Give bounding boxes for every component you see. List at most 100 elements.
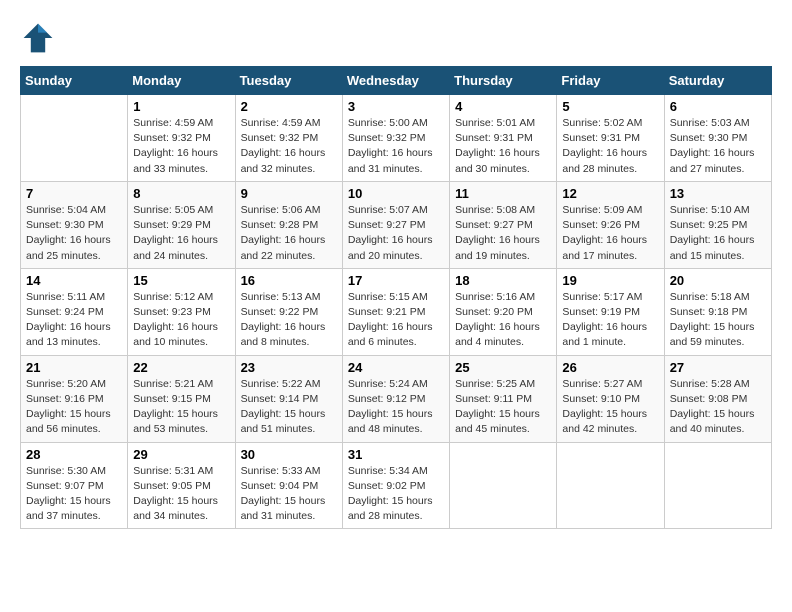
day-cell: 27Sunrise: 5:28 AMSunset: 9:08 PMDayligh…	[664, 355, 771, 442]
day-cell	[557, 442, 664, 529]
day-info: Sunrise: 5:33 AMSunset: 9:04 PMDaylight:…	[241, 464, 337, 525]
day-cell: 24 Sunrise: 5:24 AMSunset: 9:12 PMDayligh…	[342, 355, 449, 442]
day-cell: 21Sunrise: 5:20 AMSunset: 9:16 PMDayligh…	[21, 355, 128, 442]
day-info: Sunrise: 5:08 AMSunset: 9:27 PMDaylight:…	[455, 203, 551, 264]
day-number: 24	[348, 360, 444, 375]
day-info: Sunrise: 5:17 AMSunset: 9:19 PMDaylight:…	[562, 290, 658, 351]
day-info: Sunrise: 5:18 AMSunset: 9:18 PMDaylight:…	[670, 290, 766, 351]
day-cell: 28 Sunrise: 5:30 AMSunset: 9:07 PMDayligh…	[21, 442, 128, 529]
day-cell: 9Sunrise: 5:06 AMSunset: 9:28 PMDaylight…	[235, 181, 342, 268]
day-number: 4	[455, 99, 551, 114]
day-info: Sunrise: 5:22 AMSunset: 9:14 PMDaylight:…	[241, 377, 337, 438]
calendar-body: 1 Sunrise: 4:59 AMSunset: 9:32 PMDaylight…	[21, 95, 772, 529]
day-cell: 13 Sunrise: 5:10 AMSunset: 9:25 PMDayligh…	[664, 181, 771, 268]
day-number: 20	[670, 273, 766, 288]
day-number: 16	[241, 273, 337, 288]
day-cell	[21, 95, 128, 182]
calendar-table: SundayMondayTuesdayWednesdayThursdayFrid…	[20, 66, 772, 529]
day-cell: 5Sunrise: 5:02 AMSunset: 9:31 PMDaylight…	[557, 95, 664, 182]
day-number: 31	[348, 447, 444, 462]
day-info: Sunrise: 5:31 AMSunset: 9:05 PMDaylight:…	[133, 464, 229, 525]
day-cell: 3 Sunrise: 5:00 AMSunset: 9:32 PMDaylight…	[342, 95, 449, 182]
day-info: Sunrise: 5:34 AMSunset: 9:02 PMDaylight:…	[348, 464, 444, 525]
day-number: 28	[26, 447, 122, 462]
header-day-thursday: Thursday	[450, 67, 557, 95]
week-row-1: 1 Sunrise: 4:59 AMSunset: 9:32 PMDaylight…	[21, 95, 772, 182]
day-info: Sunrise: 5:11 AMSunset: 9:24 PMDaylight:…	[26, 290, 122, 351]
logo-icon	[20, 20, 56, 56]
header-row: SundayMondayTuesdayWednesdayThursdayFrid…	[21, 67, 772, 95]
day-cell: 22Sunrise: 5:21 AMSunset: 9:15 PMDayligh…	[128, 355, 235, 442]
day-info: Sunrise: 4:59 AMSunset: 9:32 PMDaylight:…	[241, 116, 337, 177]
day-cell: 7Sunrise: 5:04 AMSunset: 9:30 PMDaylight…	[21, 181, 128, 268]
day-number: 11	[455, 186, 551, 201]
page-header	[20, 20, 772, 56]
day-number: 21	[26, 360, 122, 375]
header-day-tuesday: Tuesday	[235, 67, 342, 95]
day-info: Sunrise: 5:13 AMSunset: 9:22 PMDaylight:…	[241, 290, 337, 351]
day-number: 2	[241, 99, 337, 114]
day-cell: 10 Sunrise: 5:07 AMSunset: 9:27 PMDayligh…	[342, 181, 449, 268]
day-cell: 25 Sunrise: 5:25 AMSunset: 9:11 PMDayligh…	[450, 355, 557, 442]
day-cell: 2 Sunrise: 4:59 AMSunset: 9:32 PMDaylight…	[235, 95, 342, 182]
day-number: 19	[562, 273, 658, 288]
day-number: 22	[133, 360, 229, 375]
day-info: Sunrise: 5:10 AMSunset: 9:25 PMDaylight:…	[670, 203, 766, 264]
day-number: 14	[26, 273, 122, 288]
day-cell: 11 Sunrise: 5:08 AMSunset: 9:27 PMDayligh…	[450, 181, 557, 268]
day-cell: 31 Sunrise: 5:34 AMSunset: 9:02 PMDayligh…	[342, 442, 449, 529]
day-cell: 23 Sunrise: 5:22 AMSunset: 9:14 PMDayligh…	[235, 355, 342, 442]
day-info: Sunrise: 5:24 AMSunset: 9:12 PMDaylight:…	[348, 377, 444, 438]
day-cell	[664, 442, 771, 529]
day-cell: 18Sunrise: 5:16 AMSunset: 9:20 PMDayligh…	[450, 268, 557, 355]
day-number: 18	[455, 273, 551, 288]
calendar-header: SundayMondayTuesdayWednesdayThursdayFrid…	[21, 67, 772, 95]
day-info: Sunrise: 5:01 AMSunset: 9:31 PMDaylight:…	[455, 116, 551, 177]
day-info: Sunrise: 5:28 AMSunset: 9:08 PMDaylight:…	[670, 377, 766, 438]
day-number: 30	[241, 447, 337, 462]
day-cell: 30 Sunrise: 5:33 AMSunset: 9:04 PMDayligh…	[235, 442, 342, 529]
day-cell: 19 Sunrise: 5:17 AMSunset: 9:19 PMDayligh…	[557, 268, 664, 355]
day-info: Sunrise: 5:04 AMSunset: 9:30 PMDaylight:…	[26, 203, 122, 264]
day-info: Sunrise: 5:25 AMSunset: 9:11 PMDaylight:…	[455, 377, 551, 438]
day-info: Sunrise: 5:06 AMSunset: 9:28 PMDaylight:…	[241, 203, 337, 264]
day-cell: 26 Sunrise: 5:27 AMSunset: 9:10 PMDayligh…	[557, 355, 664, 442]
day-number: 25	[455, 360, 551, 375]
day-cell: 14 Sunrise: 5:11 AMSunset: 9:24 PMDayligh…	[21, 268, 128, 355]
header-day-saturday: Saturday	[664, 67, 771, 95]
header-day-sunday: Sunday	[21, 67, 128, 95]
day-info: Sunrise: 5:12 AMSunset: 9:23 PMDaylight:…	[133, 290, 229, 351]
day-info: Sunrise: 4:59 AMSunset: 9:32 PMDaylight:…	[133, 116, 229, 177]
day-cell: 8Sunrise: 5:05 AMSunset: 9:29 PMDaylight…	[128, 181, 235, 268]
day-cell: 6Sunrise: 5:03 AMSunset: 9:30 PMDaylight…	[664, 95, 771, 182]
week-row-5: 28 Sunrise: 5:30 AMSunset: 9:07 PMDayligh…	[21, 442, 772, 529]
day-info: Sunrise: 5:07 AMSunset: 9:27 PMDaylight:…	[348, 203, 444, 264]
day-number: 17	[348, 273, 444, 288]
day-number: 26	[562, 360, 658, 375]
day-info: Sunrise: 5:27 AMSunset: 9:10 PMDaylight:…	[562, 377, 658, 438]
day-cell: 4 Sunrise: 5:01 AMSunset: 9:31 PMDaylight…	[450, 95, 557, 182]
day-cell: 29 Sunrise: 5:31 AMSunset: 9:05 PMDayligh…	[128, 442, 235, 529]
day-cell: 17 Sunrise: 5:15 AMSunset: 9:21 PMDayligh…	[342, 268, 449, 355]
day-number: 8	[133, 186, 229, 201]
day-number: 15	[133, 273, 229, 288]
day-number: 13	[670, 186, 766, 201]
day-number: 23	[241, 360, 337, 375]
day-number: 3	[348, 99, 444, 114]
day-number: 29	[133, 447, 229, 462]
day-info: Sunrise: 5:03 AMSunset: 9:30 PMDaylight:…	[670, 116, 766, 177]
day-cell	[450, 442, 557, 529]
day-number: 5	[562, 99, 658, 114]
header-day-friday: Friday	[557, 67, 664, 95]
day-info: Sunrise: 5:30 AMSunset: 9:07 PMDaylight:…	[26, 464, 122, 525]
day-cell: 1 Sunrise: 4:59 AMSunset: 9:32 PMDaylight…	[128, 95, 235, 182]
day-number: 1	[133, 99, 229, 114]
day-cell: 16 Sunrise: 5:13 AMSunset: 9:22 PMDayligh…	[235, 268, 342, 355]
day-number: 10	[348, 186, 444, 201]
day-info: Sunrise: 5:15 AMSunset: 9:21 PMDaylight:…	[348, 290, 444, 351]
header-day-monday: Monday	[128, 67, 235, 95]
day-cell: 15 Sunrise: 5:12 AMSunset: 9:23 PMDayligh…	[128, 268, 235, 355]
week-row-3: 14 Sunrise: 5:11 AMSunset: 9:24 PMDayligh…	[21, 268, 772, 355]
day-info: Sunrise: 5:00 AMSunset: 9:32 PMDaylight:…	[348, 116, 444, 177]
logo	[20, 20, 60, 56]
